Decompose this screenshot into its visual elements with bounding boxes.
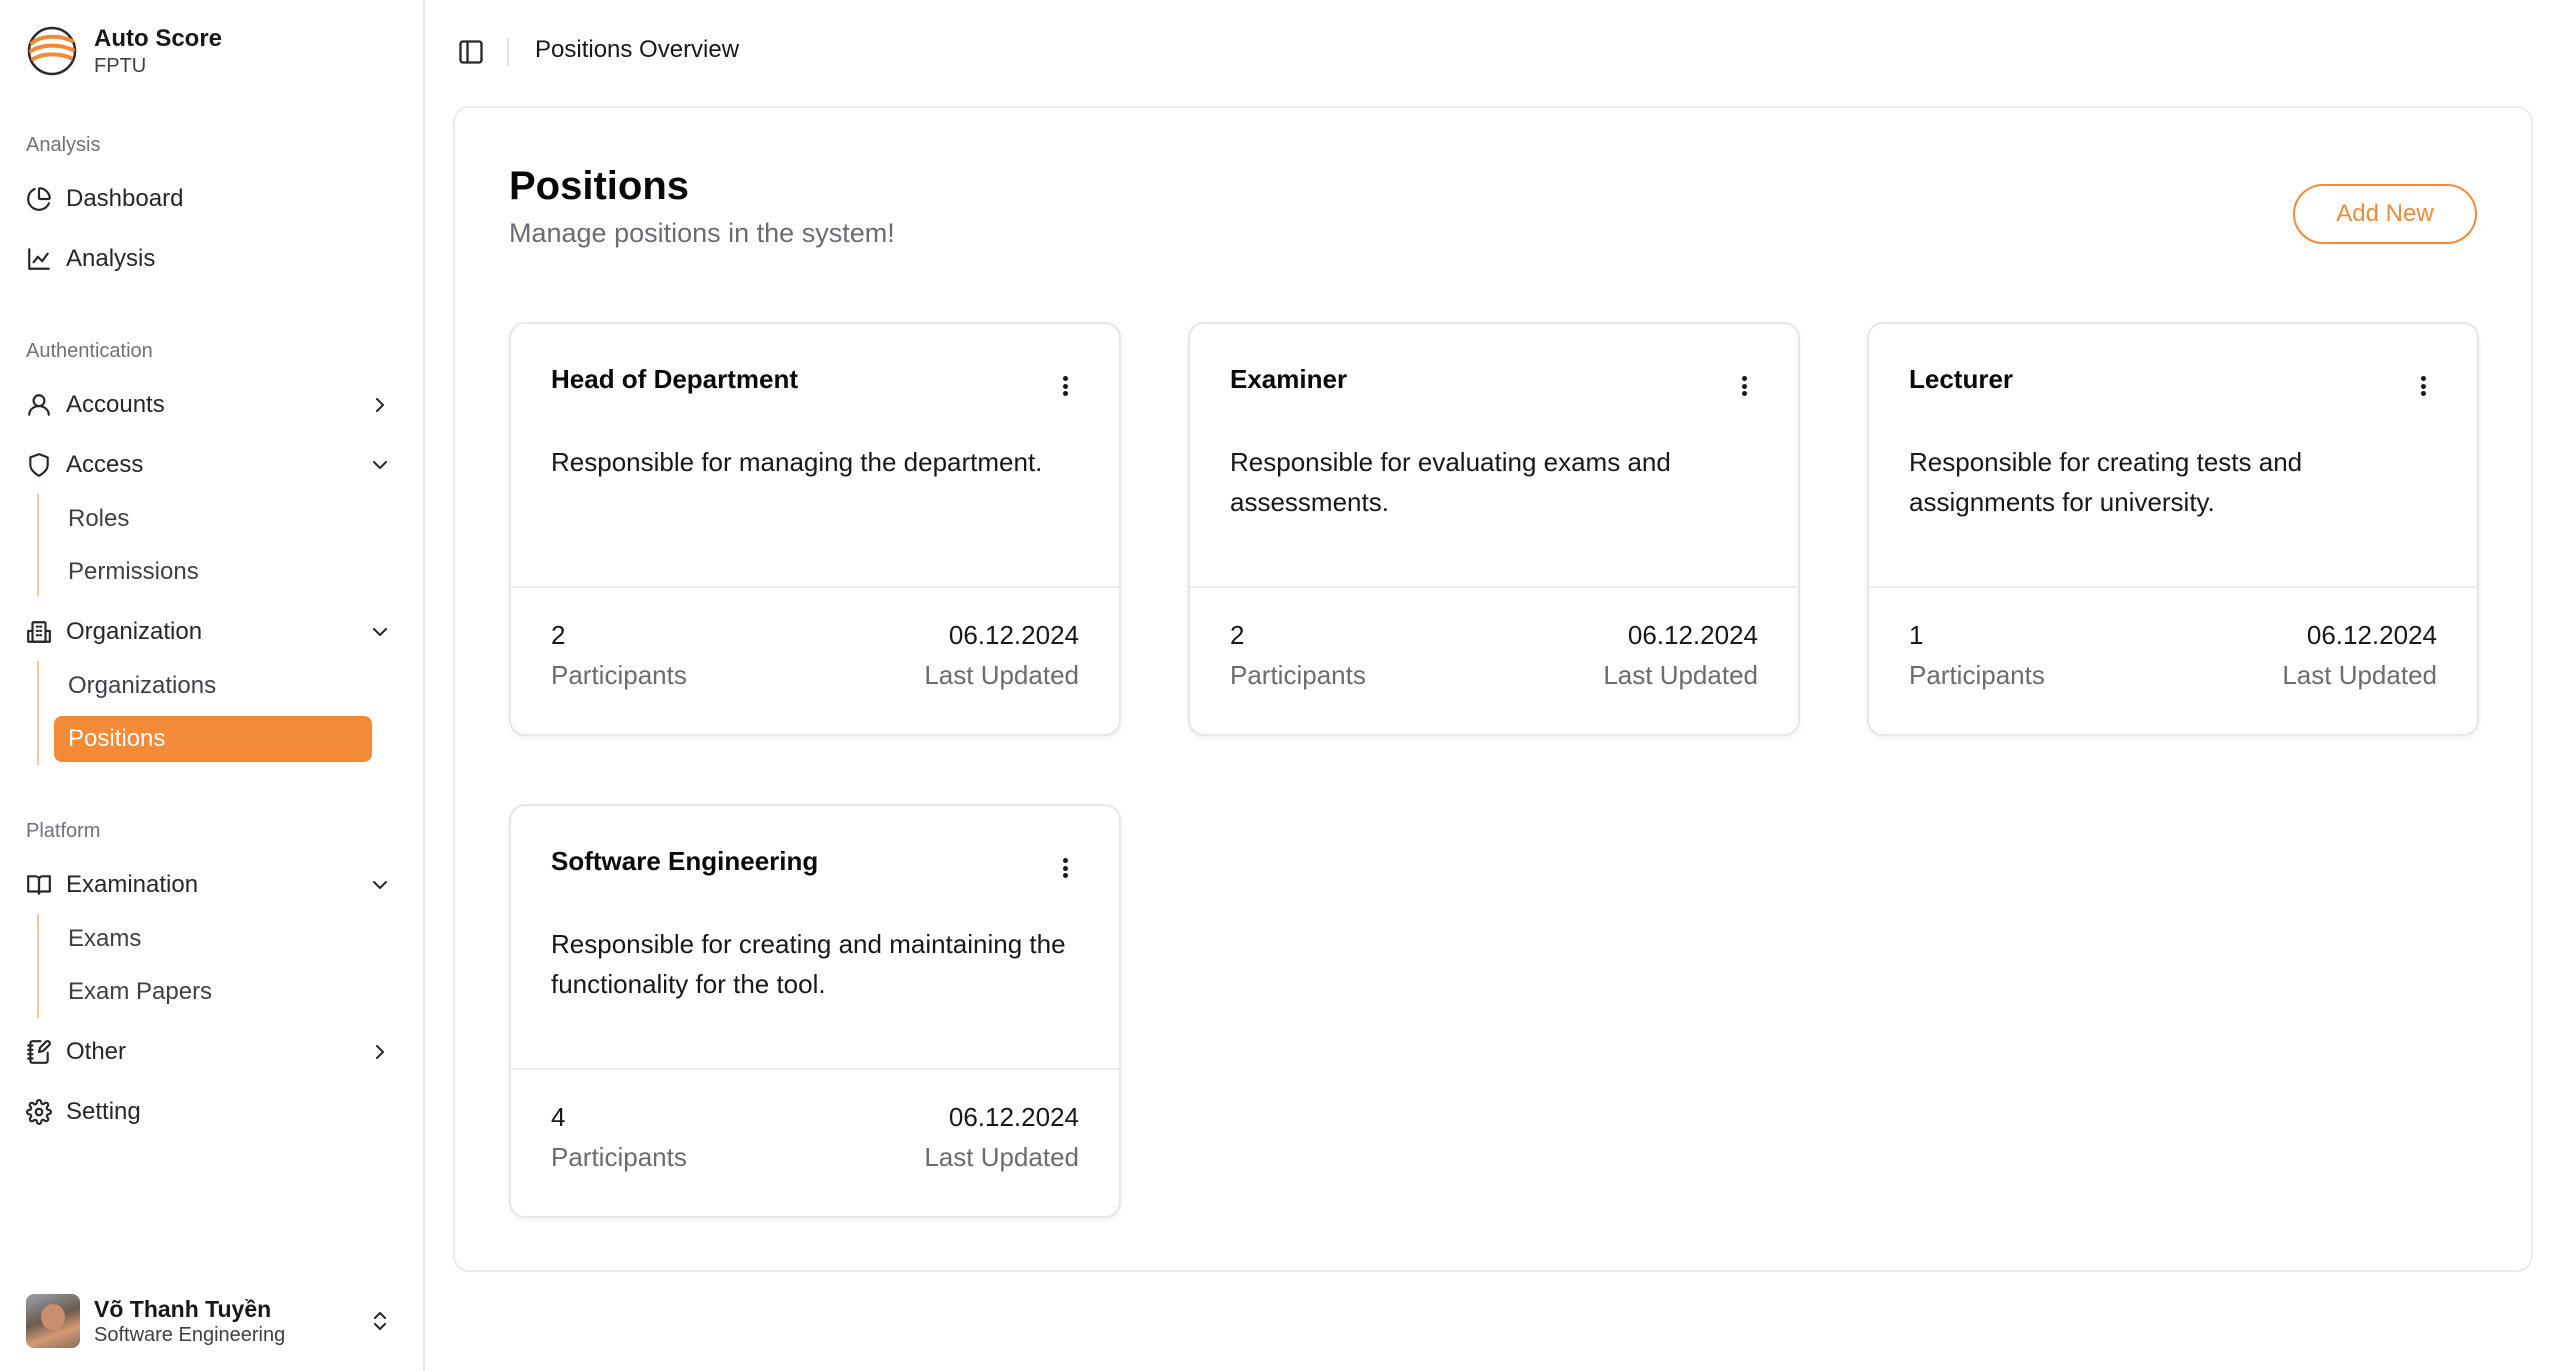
- sidebar-item-label: Dashboard: [66, 185, 184, 212]
- card-description: Responsible for evaluating exams and ass…: [1230, 447, 1671, 517]
- user-role: Software Engineering: [94, 1324, 286, 1346]
- card-description: Responsible for creating tests and assig…: [1909, 447, 2303, 517]
- sidebar-item-organization[interactable]: Organization: [26, 608, 402, 656]
- topbar: Positions Overview: [425, 0, 2560, 104]
- page-title: Positions: [509, 164, 690, 208]
- sidebar-item-organizations[interactable]: Organizations: [54, 663, 372, 709]
- building-icon: [26, 619, 52, 645]
- brand-sub: FPTU: [94, 55, 147, 77]
- divider: [511, 1068, 1119, 1070]
- last-updated-date: 06.12.2024: [2306, 620, 2437, 650]
- more-vertical-icon[interactable]: [1055, 854, 1075, 882]
- divider: [1190, 586, 1798, 588]
- group-label-platform: Platform: [26, 820, 101, 842]
- participants-label: Participants: [551, 1142, 687, 1172]
- submenu-line: [37, 661, 39, 765]
- sidebar-item-exam-papers[interactable]: Exam Papers: [54, 969, 372, 1015]
- sidebar-item-setting[interactable]: Setting: [26, 1088, 402, 1136]
- shield-icon: [26, 452, 52, 478]
- last-updated-label: Last Updated: [924, 1142, 1079, 1172]
- sidebar-toggle-icon[interactable]: [457, 38, 485, 66]
- sidebar-item-exams[interactable]: Exams: [54, 916, 372, 962]
- participants-label: Participants: [1230, 660, 1366, 690]
- last-updated-label: Last Updated: [2282, 660, 2437, 690]
- positions-panel: Positions Manage positions in the system…: [453, 106, 2533, 1272]
- add-new-button[interactable]: Add New: [2293, 184, 2477, 244]
- book-open-icon: [26, 872, 52, 898]
- sidebar-item-analysis[interactable]: Analysis: [26, 235, 402, 283]
- participants-count: 2: [1230, 620, 1245, 650]
- sidebar-item-roles[interactable]: Roles: [54, 496, 372, 542]
- gear-icon: [26, 1099, 52, 1125]
- card-description: Responsible for creating and maintaining…: [551, 929, 1066, 999]
- more-vertical-icon[interactable]: [2413, 372, 2433, 400]
- last-updated-date: 06.12.2024: [948, 1102, 1079, 1132]
- position-card[interactable]: Head of Department Responsible for manag…: [509, 322, 1121, 736]
- sidebar-item-label: Accounts: [66, 391, 165, 418]
- sidebar-item-access[interactable]: Access: [26, 441, 402, 489]
- sidebar: Auto Score FPTU Analysis Dashboard Analy…: [0, 0, 425, 1371]
- user-icon: [26, 392, 52, 418]
- card-title: Software Engineering: [551, 846, 819, 876]
- breadcrumb: Positions Overview: [535, 36, 740, 63]
- brand-name: Auto Score: [94, 25, 223, 52]
- page-subtitle: Manage positions in the system!: [509, 218, 895, 248]
- line-chart-icon: [26, 246, 52, 272]
- chevron-down-icon: [373, 461, 387, 469]
- participants-label: Participants: [1909, 660, 2045, 690]
- sidebar-item-positions[interactable]: Positions: [54, 716, 372, 762]
- sidebar-item-label: Analysis: [66, 245, 156, 272]
- sidebar-item-label: Setting: [66, 1098, 141, 1125]
- chevron-right-icon: [376, 398, 384, 412]
- sidebar-item-label: Examination: [66, 871, 199, 898]
- more-vertical-icon[interactable]: [1734, 372, 1754, 400]
- participants-count: 4: [551, 1102, 566, 1132]
- chevrons-up-down-icon: [374, 1312, 386, 1330]
- submenu-line: [37, 914, 39, 1018]
- card-title: Head of Department: [551, 364, 799, 394]
- pie-chart-icon: [26, 186, 52, 212]
- group-label-authentication: Authentication: [26, 340, 153, 362]
- group-label-analysis: Analysis: [26, 134, 101, 156]
- card-description: Responsible for managing the department.: [551, 447, 1043, 477]
- participants-label: Participants: [551, 660, 687, 690]
- logo-icon: [27, 26, 77, 76]
- sidebar-item-examination[interactable]: Examination: [26, 861, 402, 909]
- sidebar-item-permissions[interactable]: Permissions: [54, 549, 372, 595]
- more-vertical-icon[interactable]: [1055, 372, 1075, 400]
- submenu-line: [37, 494, 39, 596]
- sidebar-item-label: Organization: [66, 618, 203, 645]
- avatar: [26, 1294, 80, 1348]
- divider: [511, 586, 1119, 588]
- card-title: Examiner: [1230, 364, 1348, 394]
- position-card[interactable]: Examiner Responsible for evaluating exam…: [1188, 322, 1800, 736]
- user-menu[interactable]: Võ Thanh Tuyền Software Engineering: [26, 1292, 402, 1350]
- chevron-down-icon: [373, 881, 387, 889]
- user-name: Võ Thanh Tuyền: [94, 1296, 272, 1322]
- divider: [1869, 586, 2477, 588]
- card-title: Lecturer: [1909, 364, 2014, 394]
- sidebar-item-label: Other: [66, 1038, 127, 1065]
- notebook-pen-icon: [26, 1039, 52, 1065]
- participants-count: 1: [1909, 620, 1924, 650]
- chevron-right-icon: [376, 1045, 384, 1059]
- sidebar-item-label: Access: [66, 451, 144, 478]
- sidebar-item-accounts[interactable]: Accounts: [26, 381, 402, 429]
- brand[interactable]: Auto Score FPTU: [26, 24, 222, 78]
- chevron-down-icon: [373, 628, 387, 636]
- participants-count: 2: [551, 620, 566, 650]
- last-updated-date: 06.12.2024: [1627, 620, 1758, 650]
- sidebar-item-dashboard[interactable]: Dashboard: [26, 175, 402, 223]
- position-card[interactable]: Software Engineering Responsible for cre…: [509, 804, 1121, 1218]
- divider: [507, 38, 509, 66]
- last-updated-label: Last Updated: [924, 660, 1079, 690]
- sidebar-item-other[interactable]: Other: [26, 1028, 402, 1076]
- main-content: Positions Overview Positions Manage posi…: [425, 0, 2560, 1371]
- position-card[interactable]: Lecturer Responsible for creating tests …: [1867, 322, 2479, 736]
- last-updated-date: 06.12.2024: [948, 620, 1079, 650]
- last-updated-label: Last Updated: [1603, 660, 1758, 690]
